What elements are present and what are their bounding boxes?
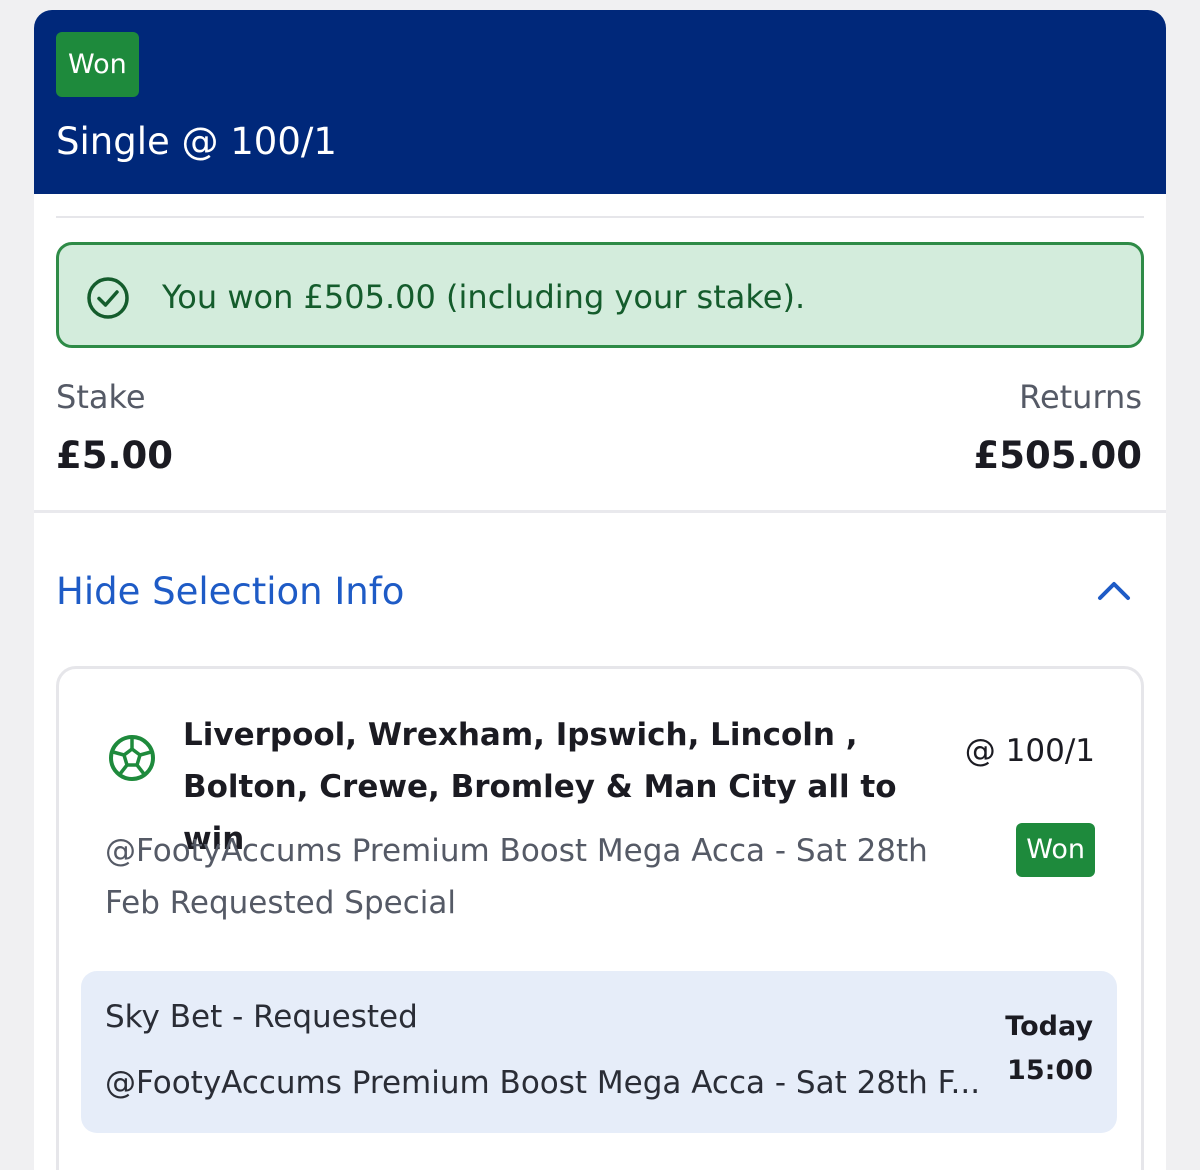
selection-status-badge: Won	[1016, 823, 1095, 877]
selection-card: Liverpool, Wrexham, Ipswich, Lincoln , B…	[56, 666, 1144, 1170]
divider	[56, 216, 1144, 218]
selection-odds: @ 100/1	[964, 733, 1095, 769]
win-banner: You won £505.00 (including your stake).	[56, 242, 1144, 348]
bet-title: Single @ 100/1	[56, 120, 337, 163]
chevron-up-icon[interactable]	[1096, 578, 1132, 602]
selection-market: @FootyAccums Premium Boost Mega Acca - S…	[105, 833, 928, 921]
stake-label: Stake	[56, 378, 146, 416]
returns-label: Returns	[1019, 378, 1142, 416]
bet-card: Won Single @ 100/1 You won £505.00 (incl…	[34, 10, 1166, 1170]
event-info[interactable]: Sky Bet - Requested @FootyAccums Premium…	[81, 971, 1117, 1133]
event-day: Today	[1005, 1011, 1093, 1042]
stake-value: £5.00	[56, 434, 174, 477]
event-time: 15:00	[1007, 1055, 1093, 1086]
returns-value: £505.00	[973, 434, 1142, 477]
divider	[34, 510, 1166, 513]
hide-selection-info-link[interactable]: Hide Selection Info	[56, 570, 404, 613]
win-message: You won £505.00 (including your stake).	[162, 278, 806, 316]
event-name: Sky Bet - Requested	[105, 999, 418, 1035]
football-icon	[109, 735, 155, 781]
check-circle-icon	[87, 277, 129, 319]
status-badge: Won	[56, 32, 139, 97]
event-market: @FootyAccums Premium Boost Mega Acca - S…	[105, 1065, 981, 1101]
bet-header: Won Single @ 100/1	[34, 10, 1166, 194]
